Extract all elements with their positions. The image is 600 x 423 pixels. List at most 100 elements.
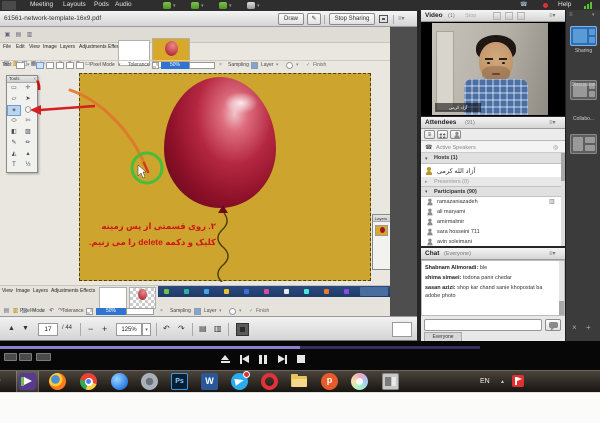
single-page-button[interactable]: ▤	[199, 324, 207, 333]
webcam-icon[interactable]	[247, 2, 255, 9]
eject-button[interactable]	[218, 352, 232, 366]
taskbar-paint-app-icon[interactable]	[351, 373, 368, 390]
page-up-button[interactable]: ▲	[8, 325, 15, 332]
layout-discussion-label[interactable]: Discussion	[566, 82, 600, 88]
send-message-button[interactable]	[545, 319, 561, 331]
attendee-status-button[interactable]	[450, 130, 461, 139]
layout-grid-icon[interactable]	[493, 12, 501, 20]
participant-row[interactable]: ali maryami	[421, 207, 565, 217]
video-pod-menu[interactable]: ≡▾	[549, 12, 556, 19]
page-down-button[interactable]: ▼	[22, 325, 29, 332]
layer-thumbnail[interactable]	[375, 225, 388, 236]
taskbar-p-app-icon[interactable]: p	[321, 373, 338, 390]
selection-mode-new[interactable]	[36, 62, 44, 69]
microphone-icon[interactable]	[191, 2, 199, 9]
zoom-dropdown[interactable]: ▾	[142, 323, 151, 336]
black-screen-button[interactable]	[236, 323, 249, 336]
seek-bar[interactable]	[0, 346, 480, 349]
brush-dropdown[interactable]: ▾	[296, 62, 299, 68]
tool-magic-wand[interactable]: ✶	[7, 105, 21, 116]
ps-menu-view[interactable]: View	[29, 44, 40, 50]
pause-button[interactable]	[256, 352, 270, 366]
tool-pattern[interactable]: ▨	[21, 127, 35, 138]
selection-mode-subtract[interactable]	[56, 62, 64, 69]
layout-sharing-thumb[interactable]	[570, 26, 597, 46]
taskbar-gear-app-icon[interactable]	[141, 373, 158, 390]
speaker-icon[interactable]	[163, 2, 171, 9]
tool-eraser[interactable]: ◭	[7, 149, 21, 160]
microphone-dropdown[interactable]: ▾	[201, 3, 204, 9]
zoom-in-button[interactable]: +	[102, 324, 107, 334]
stop-sharing-button[interactable]: Stop Sharing	[329, 13, 375, 25]
menu-audio[interactable]: Audio	[115, 1, 132, 8]
attendees-pod-menu[interactable]: ≡▾	[549, 119, 556, 126]
status-icon[interactable]	[219, 2, 227, 9]
menu-pods[interactable]: Pods	[94, 1, 109, 8]
chat-input[interactable]	[424, 319, 542, 331]
language-indicator[interactable]: EN	[480, 378, 490, 385]
layouts-menu-icon[interactable]: ≡	[569, 12, 573, 18]
close-layouts-icon[interactable]: ×	[572, 323, 577, 332]
menu-meeting[interactable]: Meeting	[30, 1, 53, 8]
clear-icon[interactable]: ×	[219, 62, 222, 68]
taskbar-chrome-icon[interactable]	[80, 373, 97, 390]
notification-flag-icon[interactable]	[512, 375, 524, 387]
host-row[interactable]: آزاد الله کرمی	[421, 164, 565, 177]
tool-rect-select[interactable]: ▭	[7, 83, 21, 94]
taskbar-explorer-icon[interactable]	[291, 373, 308, 390]
add-layout-icon[interactable]: +	[586, 323, 591, 332]
participants-section-header[interactable]: ▾ Participants (90)	[421, 187, 565, 197]
ps-menu-image[interactable]: Image	[43, 44, 57, 50]
taskbar-word-icon[interactable]: W	[201, 373, 218, 390]
tool-zoom[interactable]: ◯	[21, 105, 35, 116]
tool-crop[interactable]: ✄	[21, 116, 35, 127]
filmstrip-icon[interactable]	[505, 12, 513, 20]
brush-option[interactable]	[286, 62, 293, 69]
layout-sharing-label[interactable]: Sharing	[566, 48, 600, 54]
taskbar-frames-app-icon[interactable]	[382, 373, 399, 390]
previous-button[interactable]	[237, 352, 251, 366]
participant-row[interactable]: sara hosseini 711	[421, 227, 565, 237]
grid-view-button[interactable]	[437, 130, 448, 139]
tool-pencil[interactable]: ✏	[21, 138, 35, 149]
player-badge-1[interactable]	[4, 353, 17, 361]
ps-menu-layers[interactable]: Layers	[60, 44, 75, 50]
ps-menu-file[interactable]: File	[3, 44, 11, 50]
tool-move[interactable]: ✛	[21, 83, 35, 94]
tool-dropdown[interactable]: ▾	[27, 62, 30, 68]
selection-mode-intersect[interactable]	[66, 62, 74, 69]
zoom-level-select[interactable]: 125%	[116, 323, 142, 336]
status-dropdown[interactable]: ▾	[229, 3, 232, 9]
rotate-right-button[interactable]: ↷	[178, 324, 185, 333]
tool-pointer[interactable]: ➤	[21, 94, 35, 105]
zoom-out-button[interactable]: −	[88, 324, 93, 334]
tool-type[interactable]: T	[7, 160, 21, 171]
taskbar-photoshop-icon[interactable]: Ps	[171, 373, 188, 390]
player-badge-2[interactable]	[19, 353, 32, 361]
layers-palette-header[interactable]: Layers	[373, 215, 390, 222]
page-number-input[interactable]: 17	[38, 323, 58, 336]
hosts-section-header[interactable]: ▾ Hosts (1)	[421, 153, 565, 164]
expand-video-icon[interactable]	[517, 12, 525, 20]
list-view-button[interactable]: ≡	[424, 130, 435, 139]
selection-mode-add[interactable]	[46, 62, 54, 69]
two-page-button[interactable]: ▥	[214, 324, 222, 333]
taskbar-browser-icon[interactable]	[111, 373, 128, 390]
layout-collaboration-thumb[interactable]	[570, 134, 597, 154]
tool-pen[interactable]: ✎	[7, 138, 21, 149]
participant-row[interactable]: amirmalmir	[421, 217, 565, 227]
tool-gradient[interactable]: ◧	[7, 127, 21, 138]
stop-webcam-button[interactable]: Stop	[465, 13, 476, 19]
taskbar-kmplayer-icon[interactable]	[19, 373, 36, 390]
layout-collaboration-label[interactable]: Collabo...	[566, 116, 600, 122]
tool-ellipse[interactable]: ⬭	[7, 116, 21, 127]
share-pod-menu[interactable]: ≡▾	[398, 15, 405, 22]
phone-icon[interactable]: ☎	[520, 1, 527, 8]
finish-label[interactable]: Finish	[313, 62, 326, 68]
taskbar-opera-icon[interactable]	[261, 373, 278, 390]
stop-button[interactable]	[294, 352, 308, 366]
rotate-left-button[interactable]: ↶	[163, 324, 170, 333]
chat-pod-menu[interactable]: ≡▾	[549, 250, 556, 257]
participant-row[interactable]: avin soleimani	[421, 237, 565, 246]
ps-menu-edit[interactable]: Edit	[16, 44, 25, 50]
